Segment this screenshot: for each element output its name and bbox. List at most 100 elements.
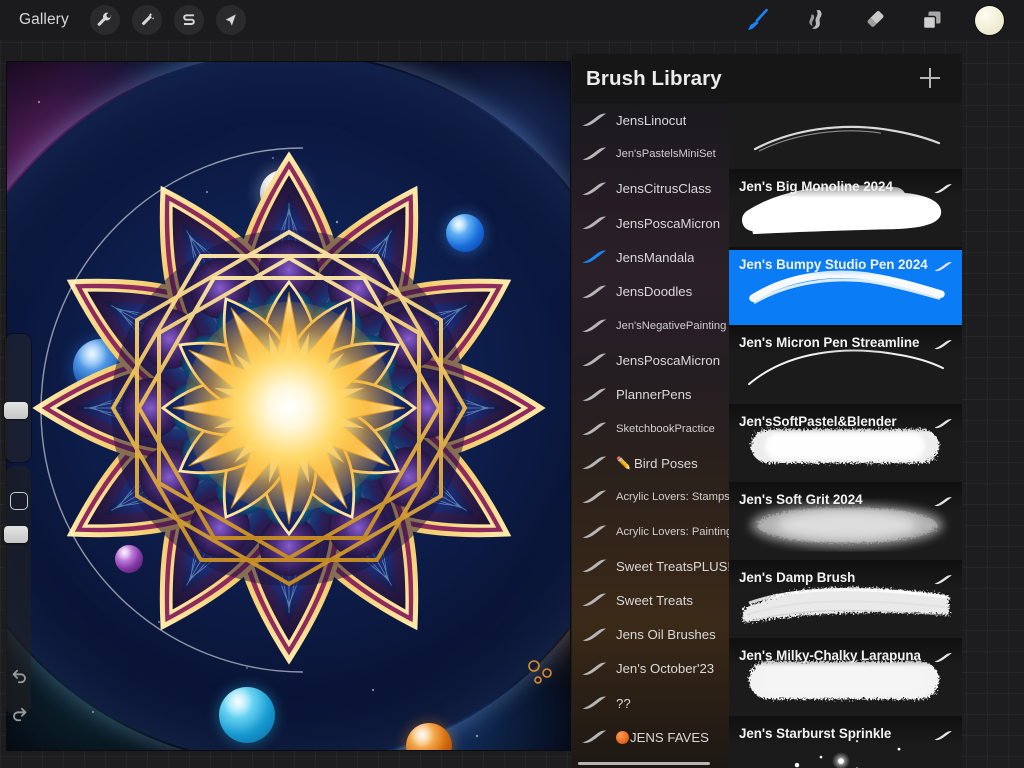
panel-title: Brush Library — [586, 66, 722, 90]
brush-row[interactable]: Jen's Big Monoline 2024 — [729, 172, 962, 248]
brush-set-row[interactable]: JensPoscaMicron — [572, 206, 729, 240]
brush-set-label: SketchbookPractice — [616, 422, 715, 435]
orange-circle-icon — [616, 730, 629, 744]
brush-size-knob[interactable] — [4, 402, 28, 419]
brush-library-panel: Brush Library JensLinocut Jen'sPastelsMin… — [572, 54, 962, 768]
eraser-icon[interactable] — [859, 5, 889, 35]
brush-set-list[interactable]: JensLinocut Jen'sPastelsMiniSet JensCitrus… — [572, 103, 729, 768]
brush-set-row[interactable]: Jen'sPastelsMiniSet — [572, 137, 729, 171]
brush-stroke-icon — [933, 494, 953, 506]
brush-set-label: JensDoodles — [616, 284, 693, 300]
brush-set-row[interactable]: JensPoscaMicron — [572, 343, 729, 377]
orange-doodle — [528, 660, 552, 684]
brush-row-selected[interactable]: Jen's Bumpy Studio Pen 2024 — [729, 250, 962, 326]
brush-stroke-icon — [580, 284, 608, 300]
brush-set-label: JensMandala — [616, 249, 695, 265]
gallery-button[interactable]: Gallery — [14, 8, 74, 32]
brush-set-row[interactable]: Jens Oil Brushes — [572, 617, 729, 651]
brush-name: Jen's Milky-Chalky Larapuna — [739, 648, 921, 664]
brush-name: Jen's Big Monoline 2024 — [739, 179, 893, 194]
brush-set-row[interactable]: PlannerPens — [572, 377, 729, 411]
transform-arrow-icon[interactable] — [215, 5, 246, 35]
brush-name: Jen's Soft Grit 2024 — [739, 491, 863, 507]
drawing-canvas[interactable] — [7, 62, 570, 750]
top-toolbar: Gallery — [0, 0, 1024, 40]
brush-set-label: ?? — [616, 695, 631, 711]
brush-stroke-icon — [580, 592, 608, 608]
brush-opacity-knob[interactable] — [4, 526, 28, 543]
add-brush-set-button[interactable] — [920, 68, 940, 88]
actions-wrench-icon[interactable] — [89, 5, 120, 35]
brush-set-row[interactable]: JENS FAVES — [572, 720, 729, 754]
adjustments-wand-icon[interactable] — [131, 5, 162, 35]
modify-button[interactable] — [10, 492, 28, 510]
brush-set-label: JensCitrusClass — [616, 181, 712, 197]
brush-set-scrollbar[interactable] — [578, 762, 710, 765]
right-tool-group — [743, 5, 1004, 35]
brush-set-row[interactable]: ✏️ Bird Poses — [572, 446, 729, 480]
brush-stroke-icon — [933, 572, 953, 585]
brush-set-row[interactable]: JensDoodles — [572, 274, 729, 308]
brush-set-row[interactable]: SketchbookPractice — [572, 412, 729, 446]
selection-s-icon[interactable] — [173, 5, 204, 35]
undo-button[interactable] — [8, 664, 30, 686]
brush-row[interactable]: Jen's Damp Brush — [729, 562, 962, 639]
brush-row[interactable]: Jen's Soft Grit 2024 — [729, 484, 962, 560]
brush-row[interactable]: Jen's Micron Pen Streamline — [729, 328, 962, 404]
brush-stroke-icon — [933, 259, 953, 272]
brush-set-row[interactable]: ?? — [572, 686, 729, 720]
brush-set-label: Acrylic Lovers: Painting — [616, 525, 729, 538]
brush-set-label: Acrylic Lovers: Stamps — [616, 491, 729, 504]
brush-row[interactable]: Jen'sSoftPastel&Blender — [729, 406, 962, 482]
brush-stroke-icon — [933, 416, 953, 428]
brush-stroke-icon-active — [580, 249, 608, 265]
brush-set-row[interactable]: Jen's October'23 — [572, 652, 729, 686]
smudge-icon[interactable] — [801, 5, 831, 35]
brush-list[interactable]: Jen's Big Monoline 2024 Jen's Bumpy Studi… — [729, 103, 962, 768]
brush-size-slider[interactable] — [5, 334, 31, 462]
brush-set-row[interactable]: Sweet Treats — [572, 583, 729, 617]
brush-stroke-icon — [580, 729, 608, 745]
brush-name: Jen's Starburst Sprinkle — [739, 726, 892, 742]
brush-stroke-icon — [580, 146, 608, 162]
brush-row[interactable]: Jen's Starburst Sprinkle — [729, 719, 962, 768]
pencil-icon: ✏️ — [616, 456, 631, 471]
brush-stroke-icon — [580, 524, 608, 540]
brush-row[interactable]: Jen's Milky-Chalky Larapuna — [729, 641, 962, 717]
brush-set-row[interactable]: JensLinocut — [572, 103, 729, 137]
brush-stroke-icon — [580, 558, 608, 574]
brush-set-row[interactable]: Sweet TreatsPLUS! — [572, 549, 729, 583]
brush-stroke-icon — [580, 421, 608, 437]
brush-set-label: Bird Poses — [633, 455, 698, 471]
brush-set-row[interactable]: JensCitrusClass — [572, 172, 729, 206]
brush-set-row[interactable]: Acrylic Lovers: Stamps — [572, 480, 729, 514]
brush-stroke-icon — [933, 650, 953, 663]
brush-row[interactable] — [729, 103, 962, 169]
brush-set-row[interactable]: Acrylic Lovers: Painting — [572, 515, 729, 549]
artwork-cosmic-mandala — [7, 62, 570, 750]
brush-name: Jen'sSoftPastel&Blender — [739, 413, 897, 429]
brush-stroke-icon — [580, 455, 608, 471]
brush-stroke-icon — [580, 627, 608, 643]
brush-set-label: PlannerPens — [616, 387, 692, 403]
brush-set-row[interactable]: Jen'sNegativePainting — [572, 309, 729, 343]
brush-library-header: Brush Library — [572, 54, 962, 103]
redo-button[interactable] — [8, 702, 30, 724]
brush-set-label: Jen's October'23 — [616, 661, 715, 677]
brush-name: Jen's Damp Brush — [739, 569, 856, 585]
brush-stroke-icon — [580, 695, 608, 711]
brush-set-label: Sweet TreatsPLUS! — [616, 558, 729, 574]
procreate-app: Gallery Brush Library JensLinocut Jen'sP… — [0, 0, 1024, 768]
brush-stroke-icon — [580, 215, 608, 231]
brush-stroke-icon — [933, 728, 953, 741]
brush-set-label: Jen'sPastelsMiniSet — [616, 148, 716, 161]
left-tool-group — [89, 5, 246, 35]
brush-stroke-icon — [580, 387, 608, 403]
brush-name: Jen's Micron Pen Streamline — [739, 335, 920, 351]
brush-stroke-icon — [580, 181, 608, 197]
color-swatch[interactable] — [975, 5, 1004, 35]
layers-icon[interactable] — [917, 5, 947, 35]
brush-set-row[interactable]: JensMandala — [572, 240, 729, 274]
brush-stroke-icon — [933, 181, 953, 194]
paint-brush-icon[interactable] — [743, 5, 773, 35]
